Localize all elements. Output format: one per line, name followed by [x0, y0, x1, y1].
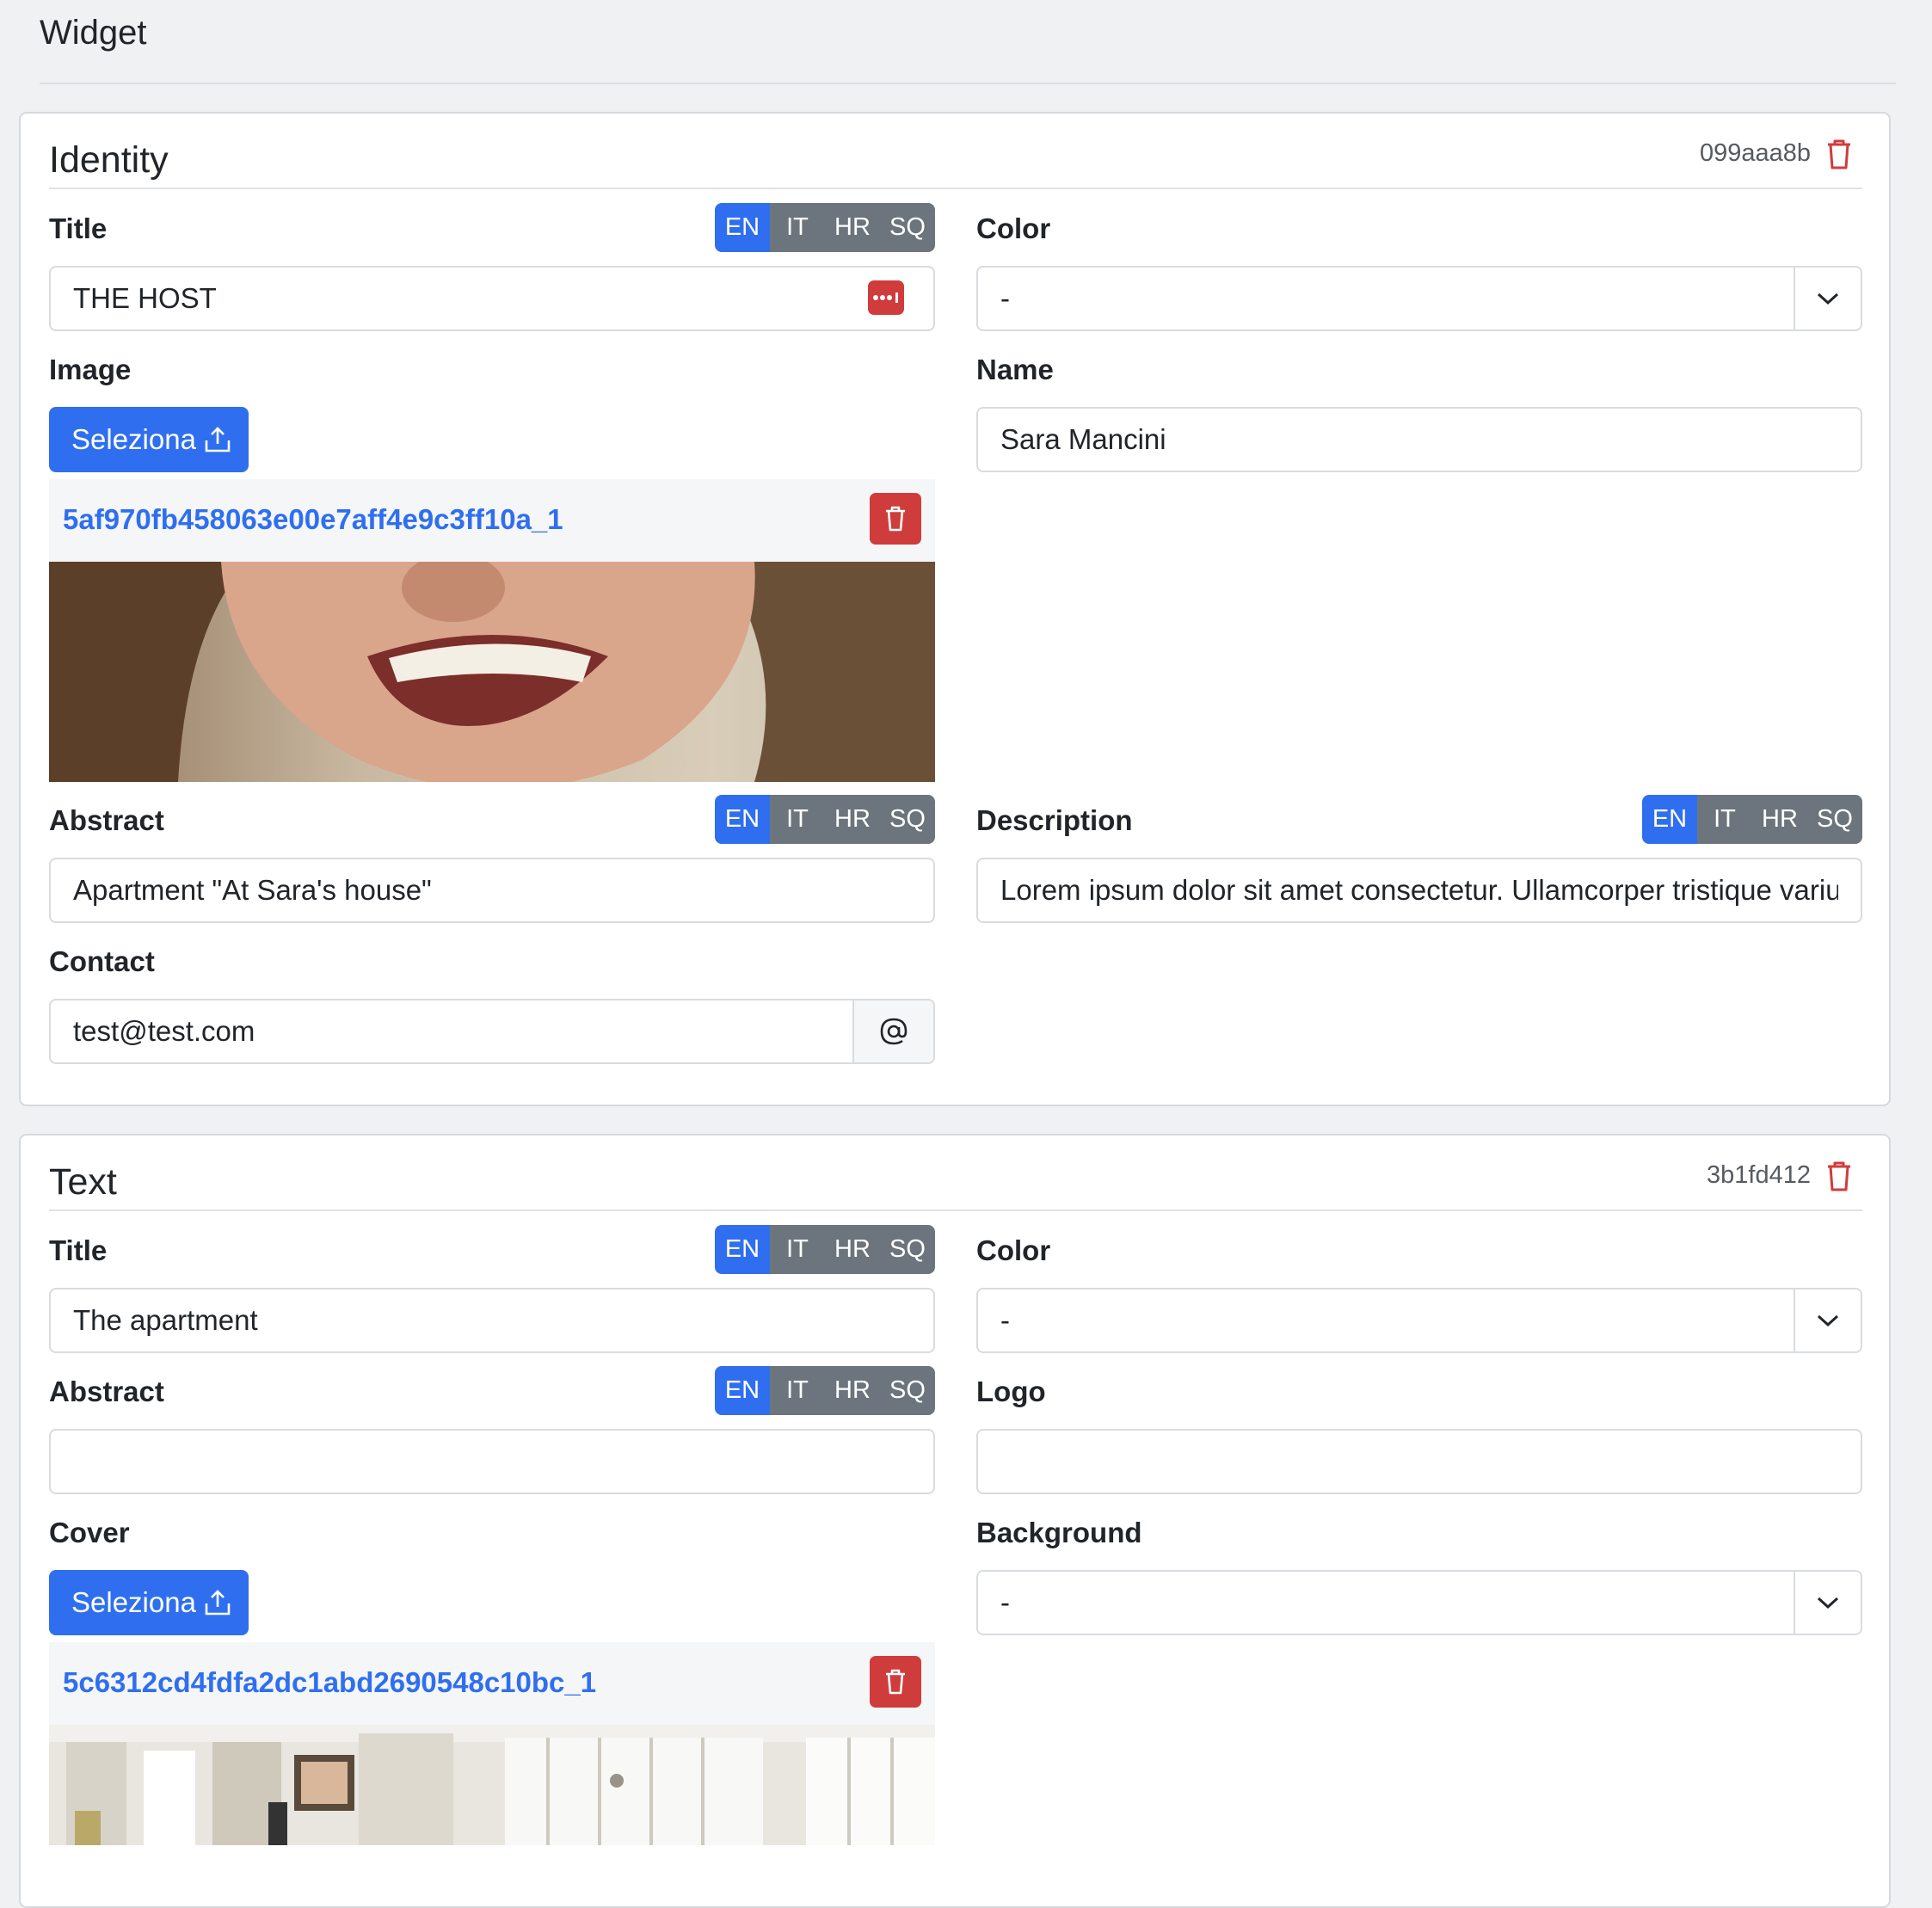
- text-card-id: 3b1fd412: [1707, 1161, 1811, 1189]
- text-logo-label: Logo: [976, 1376, 1046, 1407]
- identity-abstract-input[interactable]: Apartment "At Sara's house": [49, 858, 935, 923]
- lang-en-tab[interactable]: EN: [715, 203, 770, 252]
- identity-title-lang-switch: EN IT HR SQ: [715, 203, 935, 252]
- text-card-header: Text 3b1fd412: [49, 1136, 1862, 1211]
- identity-card-title: Identity: [49, 139, 169, 181]
- identity-color-select[interactable]: -: [976, 266, 1862, 331]
- identity-card: Identity 099aaa8b Title EN IT HR SQ THE …: [19, 112, 1891, 1106]
- lang-hr-tab[interactable]: HR: [825, 1366, 880, 1415]
- page-header: Widget: [40, 0, 1896, 84]
- password-manager-icon[interactable]: [868, 280, 904, 315]
- text-cover-label: Cover: [49, 1517, 130, 1548]
- identity-image-label: Image: [49, 354, 132, 385]
- identity-color-label: Color: [976, 212, 1051, 244]
- identity-description-lang-switch: EN IT HR SQ: [1642, 795, 1862, 844]
- lang-it-tab[interactable]: IT: [770, 1225, 825, 1274]
- text-background-select[interactable]: -: [976, 1570, 1862, 1635]
- delete-cover-button[interactable]: [870, 1656, 921, 1708]
- lang-en-tab[interactable]: EN: [715, 795, 770, 844]
- identity-card-header: Identity 099aaa8b: [49, 114, 1862, 189]
- text-title-lang-switch: EN IT HR SQ: [715, 1225, 935, 1274]
- identity-name-label: Name: [976, 354, 1054, 385]
- text-card-title: Text: [49, 1161, 117, 1203]
- text-color-label: Color: [976, 1234, 1051, 1266]
- text-select-cover-button[interactable]: Seleziona: [49, 1570, 249, 1635]
- text-logo-input[interactable]: [976, 1429, 1862, 1494]
- identity-color-value: -: [1000, 282, 1010, 314]
- lang-hr-tab[interactable]: HR: [825, 1225, 880, 1274]
- chevron-down-icon: [1794, 1572, 1861, 1634]
- lang-sq-tab[interactable]: SQ: [1807, 795, 1862, 844]
- lang-it-tab[interactable]: IT: [770, 1366, 825, 1415]
- lang-sq-tab[interactable]: SQ: [880, 203, 935, 252]
- identity-title-input[interactable]: THE HOST: [49, 266, 935, 331]
- identity-title-value: THE HOST: [73, 282, 217, 314]
- upload-icon: [205, 1590, 231, 1616]
- identity-image-preview: [49, 562, 935, 782]
- trash-icon: [886, 506, 905, 532]
- text-abstract-label: Abstract: [49, 1376, 164, 1407]
- at-sign-icon: [852, 1000, 933, 1062]
- chevron-down-icon: [1794, 1289, 1861, 1351]
- lang-hr-tab[interactable]: HR: [1752, 795, 1807, 844]
- text-background-label: Background: [976, 1517, 1142, 1548]
- text-cover-file-link[interactable]: 5c6312cd4fdfa2dc1abd2690548c10bc_1: [63, 1666, 596, 1699]
- identity-description-value: Lorem ipsum dolor sit amet consectetur. …: [1000, 874, 1838, 906]
- lang-en-tab[interactable]: EN: [715, 1366, 770, 1415]
- lang-sq-tab[interactable]: SQ: [880, 795, 935, 844]
- text-color-select[interactable]: -: [976, 1288, 1862, 1353]
- lang-en-tab[interactable]: EN: [715, 1225, 770, 1274]
- trash-icon[interactable]: [1824, 1160, 1854, 1192]
- lang-it-tab[interactable]: IT: [770, 203, 825, 252]
- text-color-value: -: [1000, 1304, 1010, 1336]
- lang-hr-tab[interactable]: HR: [825, 795, 880, 844]
- identity-contact-input[interactable]: test@test.com: [49, 999, 935, 1064]
- identity-name-input[interactable]: Sara Mancini: [976, 407, 1862, 472]
- text-abstract-lang-switch: EN IT HR SQ: [715, 1366, 935, 1415]
- page-title: Widget: [40, 14, 147, 52]
- upload-icon: [205, 427, 231, 452]
- text-abstract-input[interactable]: [49, 1429, 935, 1494]
- trash-icon: [886, 1669, 905, 1695]
- text-cover-preview: [49, 1725, 935, 1845]
- identity-select-image-button[interactable]: Seleziona: [49, 407, 249, 472]
- identity-abstract-label: Abstract: [49, 804, 164, 836]
- chevron-down-icon: [1794, 268, 1861, 329]
- text-title-input[interactable]: The apartment: [49, 1288, 935, 1353]
- lang-sq-tab[interactable]: SQ: [880, 1366, 935, 1415]
- identity-abstract-lang-switch: EN IT HR SQ: [715, 795, 935, 844]
- identity-contact-label: Contact: [49, 945, 155, 977]
- select-button-label: Seleziona: [71, 1586, 196, 1618]
- identity-description-label: Description: [976, 804, 1133, 836]
- lang-sq-tab[interactable]: SQ: [880, 1225, 935, 1274]
- identity-description-input[interactable]: Lorem ipsum dolor sit amet consectetur. …: [976, 858, 1862, 923]
- identity-name-value: Sara Mancini: [1000, 423, 1166, 455]
- lang-en-tab[interactable]: EN: [1642, 795, 1697, 844]
- text-cover-file-row: 5c6312cd4fdfa2dc1abd2690548c10bc_1: [49, 1642, 935, 1725]
- lang-hr-tab[interactable]: HR: [825, 203, 880, 252]
- lang-it-tab[interactable]: IT: [770, 795, 825, 844]
- text-title-value: The apartment: [73, 1304, 258, 1336]
- text-title-label: Title: [49, 1234, 108, 1266]
- select-button-label: Seleziona: [71, 423, 196, 455]
- identity-abstract-value: Apartment "At Sara's house": [73, 874, 432, 906]
- trash-icon[interactable]: [1824, 138, 1854, 170]
- text-card: Text 3b1fd412 Title EN IT HR SQ The apar…: [19, 1134, 1891, 1908]
- lang-it-tab[interactable]: IT: [1697, 795, 1752, 844]
- identity-card-id: 099aaa8b: [1699, 139, 1811, 167]
- text-background-value: -: [1000, 1586, 1010, 1618]
- identity-image-file-link[interactable]: 5af970fb458063e00e7aff4e9c3ff10a_1: [63, 503, 563, 536]
- delete-image-button[interactable]: [870, 493, 921, 545]
- identity-contact-value: test@test.com: [73, 1015, 255, 1047]
- identity-image-file-row: 5af970fb458063e00e7aff4e9c3ff10a_1: [49, 479, 935, 562]
- identity-title-label: Title: [49, 212, 108, 244]
